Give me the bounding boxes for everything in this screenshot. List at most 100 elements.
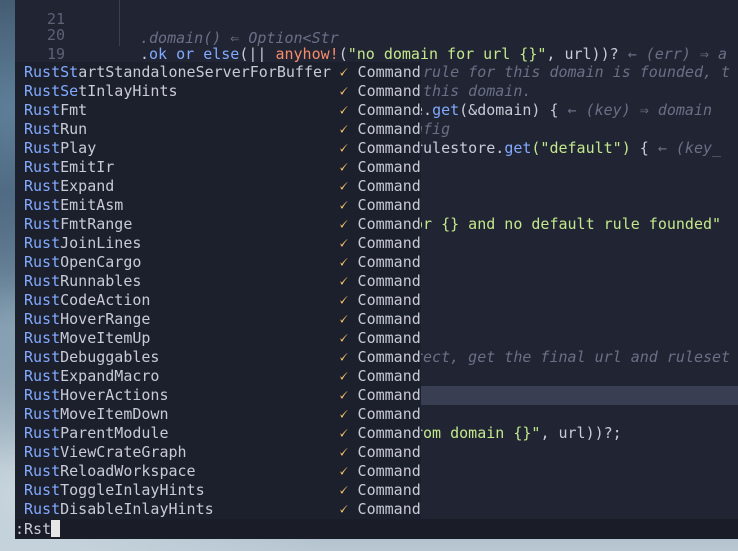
completion-item[interactable]: RustCodeAction 🗸 Command xyxy=(15,291,421,310)
completion-popup[interactable]: RustStartStandaloneServerForBuffer 🗸 Comm… xyxy=(15,62,421,521)
command-kind-icon: 🗸 xyxy=(338,367,349,385)
completion-match-highlight: Rust xyxy=(24,348,61,366)
command-kind-icon: 🗸 xyxy=(338,310,349,328)
command-kind-label: Command xyxy=(348,234,421,252)
completion-item-rest: Run xyxy=(60,120,88,138)
completion-item-label: RustSetInlayHints xyxy=(24,82,178,101)
code-token: rulestore. xyxy=(414,139,505,157)
command-kind-icon: 🗸 xyxy=(338,405,349,423)
completion-item-kind: 🗸 Command xyxy=(338,405,421,424)
completion-item[interactable]: RustHoverRange 🗸 Command xyxy=(15,310,421,329)
command-kind-label: Command xyxy=(348,329,421,347)
completion-item[interactable]: RustPlay 🗸 Command xyxy=(15,139,421,158)
command-kind-label: Command xyxy=(348,253,421,271)
completion-item-rest: MoveItemDown xyxy=(60,405,169,423)
command-kind-label: Command xyxy=(348,424,421,442)
command-line-text: :Rst xyxy=(15,520,52,538)
completion-item-rest: Play xyxy=(60,139,97,157)
completion-item[interactable]: RustFmtRange 🗸 Command xyxy=(15,215,421,234)
completion-item-rest: ReloadWorkspace xyxy=(60,462,196,480)
command-kind-icon: 🗸 xyxy=(338,443,349,461)
completion-item[interactable]: RustStartStandaloneServerForBuffer 🗸 Comm… xyxy=(15,63,421,82)
completion-item[interactable]: RustEmitIr 🗸 Command xyxy=(15,158,421,177)
completion-item-rest: ViewCrateGraph xyxy=(60,443,187,461)
completion-item-rest: HoverActions xyxy=(60,386,169,404)
completion-item-kind: 🗸 Command xyxy=(338,386,421,405)
completion-item-label: RustHoverRange xyxy=(24,310,150,329)
command-kind-icon: 🗸 xyxy=(338,82,349,100)
indent-guide xyxy=(119,0,120,46)
method-token: get xyxy=(504,139,532,157)
completion-item-label: RustDebuggables xyxy=(24,348,159,367)
completion-item-kind: 🗸 Command xyxy=(338,310,421,329)
inlay-hint: ← (key_ xyxy=(657,139,722,157)
completion-item-rest: JoinLines xyxy=(60,234,142,252)
completion-item-label: RustMoveItemUp xyxy=(24,329,150,348)
completion-item-label: RustMoveItemDown xyxy=(24,405,169,424)
completion-item-label: RustViewCrateGraph xyxy=(24,443,187,462)
completion-item-label: RustFmtRange xyxy=(24,215,132,234)
completion-item[interactable]: RustParentModule 🗸 Command xyxy=(15,424,421,443)
completion-item-kind: 🗸 Command xyxy=(338,291,421,310)
completion-match-highlight: Rust xyxy=(24,367,61,385)
completion-item-label: RustJoinLines xyxy=(24,234,141,253)
string-token: ("default") xyxy=(531,139,631,157)
completion-item-label: RustCodeAction xyxy=(24,291,150,310)
command-kind-label: Command xyxy=(348,481,421,499)
code-fragment: e.get(&domain) { ← (key) ⇒ domain xyxy=(414,101,712,120)
completion-item-kind: 🗸 Command xyxy=(338,139,421,158)
completion-item-kind: 🗸 Command xyxy=(338,443,421,462)
completion-item[interactable]: RustRunnables 🗸 Command xyxy=(15,272,421,291)
command-kind-label: Command xyxy=(348,405,421,423)
command-kind-label: Command xyxy=(348,367,421,385)
completion-item[interactable]: RustReloadWorkspace 🗸 Command xyxy=(15,462,421,481)
completion-item-label: RustRun xyxy=(24,120,87,139)
command-kind-icon: 🗸 xyxy=(338,196,349,214)
code-fragment: rom domain {}", url))?; xyxy=(414,424,622,443)
completion-item[interactable]: RustJoinLines 🗸 Command xyxy=(15,234,421,253)
completion-item-label: RustStartStandaloneServerForBuffer xyxy=(24,63,331,82)
completion-match-highlight: Rust xyxy=(24,405,61,423)
completion-match-highlight: Rust xyxy=(24,443,61,461)
completion-item-rest: EmitIr xyxy=(60,158,115,176)
command-kind-icon: 🗸 xyxy=(338,63,349,81)
completion-item-kind: 🗸 Command xyxy=(338,234,421,253)
completion-item[interactable]: RustFmt 🗸 Command xyxy=(15,101,421,120)
command-kind-icon: 🗸 xyxy=(338,424,349,442)
completion-item[interactable]: RustMoveItemUp 🗸 Command xyxy=(15,329,421,348)
completion-item[interactable]: RustHoverActions 🗸 Command xyxy=(15,386,421,405)
completion-item[interactable]: RustExpand 🗸 Command xyxy=(15,177,421,196)
command-kind-icon: 🗸 xyxy=(338,158,349,176)
completion-item[interactable]: RustOpenCargo 🗸 Command xyxy=(15,253,421,272)
completion-item-kind: 🗸 Command xyxy=(338,424,421,443)
completion-item-rest: Debuggables xyxy=(60,348,160,366)
completion-match-highlight: RustSt xyxy=(24,63,79,81)
completion-item[interactable]: RustDisableInlayHints 🗸 Command xyxy=(15,500,421,519)
completion-item[interactable]: RustToggleInlayHints 🗸 Command xyxy=(15,481,421,500)
command-kind-label: Command xyxy=(348,215,421,233)
completion-item[interactable]: RustMoveItemDown 🗸 Command xyxy=(15,405,421,424)
command-kind-label: Command xyxy=(348,82,421,100)
command-kind-icon: 🗸 xyxy=(338,462,349,480)
completion-item-kind: 🗸 Command xyxy=(338,348,421,367)
completion-match-highlight: Rust xyxy=(24,329,61,347)
completion-item[interactable]: RustDebuggables 🗸 Command xyxy=(15,348,421,367)
command-kind-label: Command xyxy=(348,177,421,195)
completion-match-highlight: Rust xyxy=(24,139,61,157)
completion-item-label: RustRunnables xyxy=(24,272,141,291)
completion-item[interactable]: RustRun 🗸 Command xyxy=(15,120,421,139)
completion-item[interactable]: RustSetInlayHints 🗸 Command xyxy=(15,82,421,101)
completion-item[interactable]: RustViewCrateGraph 🗸 Command xyxy=(15,443,421,462)
text-cursor xyxy=(51,520,61,537)
completion-item[interactable]: RustExpandMacro 🗸 Command xyxy=(15,367,421,386)
completion-item[interactable]: RustEmitAsm 🗸 Command xyxy=(15,196,421,215)
completion-item-rest: Runnables xyxy=(60,272,142,290)
completion-item-rest: OpenCargo xyxy=(60,253,142,271)
completion-match-highlight: Rust xyxy=(24,291,61,309)
code-token: , url))?; xyxy=(540,424,622,442)
completion-item-label: RustReloadWorkspace xyxy=(24,462,196,481)
command-kind-icon: 🗸 xyxy=(338,234,349,252)
completion-item-kind: 🗸 Command xyxy=(338,500,421,519)
command-line[interactable]: :Rst xyxy=(15,519,738,539)
completion-item-kind: 🗸 Command xyxy=(338,101,421,120)
